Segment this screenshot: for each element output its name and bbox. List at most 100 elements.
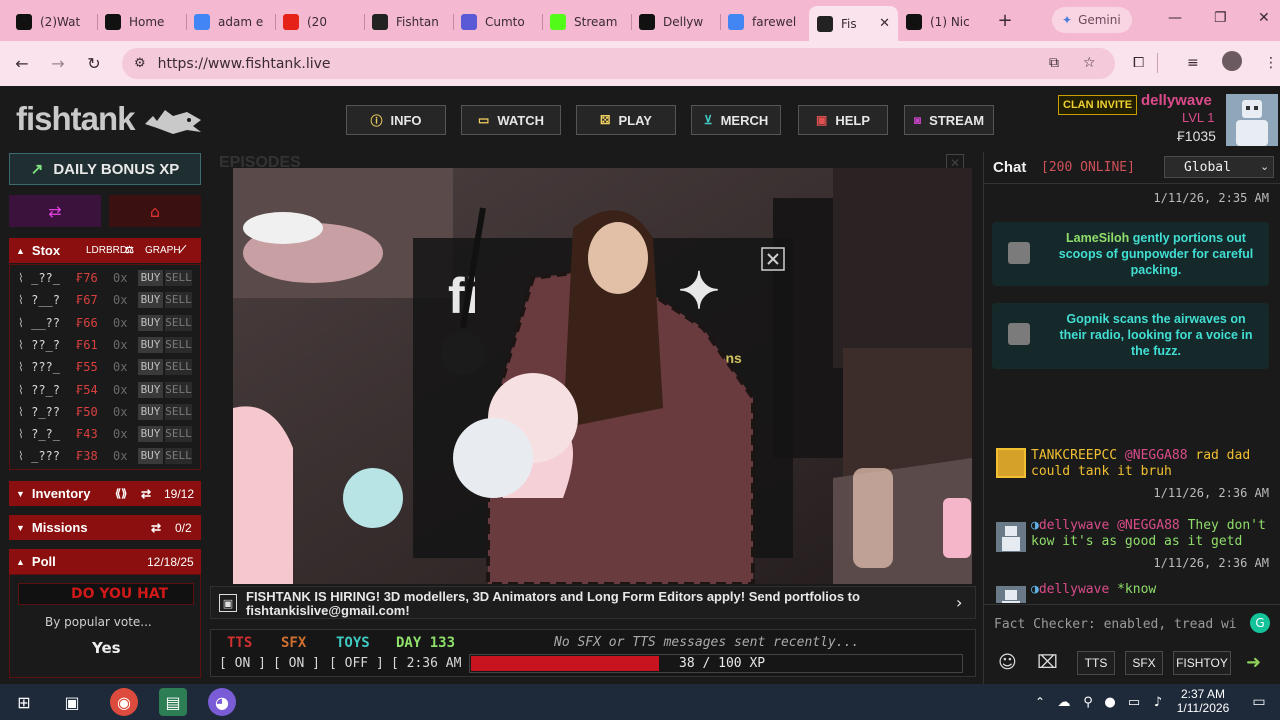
discord-icon[interactable]: ◕ [208,688,236,716]
chat-tool-fishtoy-button[interactable]: FISHTOY [1173,651,1231,675]
buy-button[interactable]: BUY [138,381,163,398]
chat-mention[interactable]: @NEGGA88 [1117,518,1180,533]
close-window-icon[interactable]: ✕ [1258,10,1270,26]
buy-button[interactable]: BUY [138,314,163,331]
chat-username[interactable]: TANKCREEPCC [1031,448,1117,463]
buy-button[interactable]: BUY [138,336,163,353]
sell-button[interactable]: SELL [165,381,192,398]
transfer-icon[interactable]: ⇄ [141,487,151,501]
profile-avatar[interactable] [1222,51,1242,71]
extensions-icon[interactable]: ⧠ [1133,55,1144,71]
robot-avatar-icon[interactable] [996,522,1026,552]
buy-button[interactable]: BUY [138,448,163,465]
close-tab-icon[interactable]: ✕ [879,16,890,31]
daily-bonus-xp-button[interactable]: ↗ DAILY BONUS XP [9,153,201,185]
chat-tool-sfx-button[interactable]: SFX [1125,651,1163,675]
chat-input[interactable]: Fact Checker: enabled, tread wi G [984,604,1280,644]
clan-invite-badge[interactable]: CLAN INVITE [1058,95,1138,115]
browser-tab[interactable]: Fis ✕ [809,6,898,41]
chevron-right-icon[interactable]: › [956,593,962,612]
nav-play-button[interactable]: ⚄ PLAY [576,105,676,135]
repeat-icon[interactable]: ⇄ [151,521,161,535]
sell-button[interactable]: SELL [165,359,192,376]
nav-watch-button[interactable]: ▭ WATCH [461,105,561,135]
menu-icon[interactable]: ⋮ [1264,55,1278,71]
site-logo[interactable]: fishtank [16,100,136,138]
emote-username[interactable]: Gopnik [1066,312,1109,326]
emote-username[interactable]: LameSiloh [1066,231,1129,245]
browser-tab[interactable]: (2)Wat [8,6,97,38]
address-bar[interactable]: ⚙ https://www.fishtank.live [122,48,1115,79]
media-icon[interactable]: ≡ [1187,55,1199,71]
minimize-icon[interactable]: — [1168,10,1182,26]
sfx-label[interactable]: SFX [281,635,306,651]
forward-icon[interactable]: → [40,54,76,73]
buy-button[interactable]: BUY [138,359,163,376]
shark-logo-icon[interactable] [143,102,203,140]
poll-header[interactable]: ▲ Poll 12/18/25 [9,549,201,574]
hiring-banner[interactable]: ▣ FISHTANK IS HIRING! 3D modellers, 3D A… [210,586,976,619]
browser-tab[interactable]: Home [97,6,186,38]
buy-button[interactable]: BUY [138,270,163,286]
browser-tab[interactable]: (1) Nic [898,6,987,38]
windows-start-icon[interactable]: ⊞ [10,688,38,716]
notification-icon[interactable]: ▭ [1245,688,1273,716]
app-icon[interactable]: ▤ [159,688,187,716]
camera-icon[interactable]: ⌧ [1037,652,1058,673]
stox-header[interactable]: ▲ Stox LDRBRD ⚖ GRAPH ⟋ [9,238,201,263]
sell-button[interactable]: SELL [165,426,192,443]
nav-info-button[interactable]: ⓘ INFO [346,105,446,135]
buy-button[interactable]: BUY [138,292,163,309]
emoji-icon[interactable]: ☺ [998,652,1017,673]
clock[interactable]: 2:37 AM 1/11/2026 [1172,687,1234,715]
browser-tab[interactable]: farewel [720,6,809,38]
twitch-button[interactable]: ⇄ [9,195,101,227]
username[interactable]: dellywave [1141,92,1212,109]
sell-button[interactable]: SELL [165,336,192,353]
shop-button[interactable]: ⌂ [109,195,201,227]
user-avatar[interactable] [996,448,1026,478]
browser-tab[interactable]: Dellyw [631,6,720,38]
toys-label[interactable]: TOYS [336,635,370,651]
robot-avatar-icon[interactable] [996,586,1026,603]
nav-merch-button[interactable]: ⊻ MERCH [691,105,781,135]
tts-label[interactable]: TTS [227,635,252,651]
browser-tab[interactable]: adam e [186,6,275,38]
chat-tool-tts-button[interactable]: TTS [1077,651,1115,675]
sell-button[interactable]: SELL [165,270,192,286]
grammarly-icon[interactable]: G [1250,613,1270,633]
chrome-icon[interactable]: ◉ [110,688,138,716]
maximize-icon[interactable]: ❐ [1214,10,1227,26]
bookmark-star-icon[interactable]: ☆ [1083,55,1096,71]
back-icon[interactable]: ← [4,54,40,73]
buy-button[interactable]: BUY [138,403,163,420]
sell-button[interactable]: SELL [165,448,192,465]
reload-icon[interactable]: ↻ [76,54,112,73]
chat-mention[interactable]: @NEGGA88 [1125,448,1188,463]
graph-link[interactable]: GRAPH [145,245,181,256]
missions-header[interactable]: ▼ Missions ⇄ 0/2 [9,515,201,540]
volume-icon[interactable]: ♪ [1144,688,1172,716]
sell-button[interactable]: SELL [165,314,192,331]
live-video-feed[interactable]: fi ✦ ions [233,168,972,584]
chat-channel-select[interactable]: Global ⌄ [1164,156,1274,178]
site-info-icon[interactable]: ⚙ [134,56,146,71]
inventory-header[interactable]: ▼ Inventory ⟪⟫ ⇄ 19/12 [9,481,201,506]
leaderboard-link[interactable]: LDRBRD [86,245,127,256]
send-icon[interactable]: ➜ [1246,652,1261,673]
sell-button[interactable]: SELL [165,403,192,420]
browser-tab[interactable]: Stream [542,6,631,38]
buy-button[interactable]: BUY [138,426,163,443]
user-avatar[interactable] [1226,94,1278,146]
refresh-icon[interactable]: ⟪⟫ [115,487,127,500]
chat-username[interactable]: dellywave [1039,582,1109,597]
chat-username[interactable]: dellywave [1039,518,1109,533]
browser-tab[interactable]: Fishtan [364,6,453,38]
sell-button[interactable]: SELL [165,292,192,309]
browser-tab[interactable]: (20 [275,6,364,38]
nav-stream-button[interactable]: ◙ STREAM [904,105,994,135]
browser-tab[interactable]: Cumto [453,6,542,38]
new-tab-button[interactable]: + [991,10,1019,31]
gemini-button[interactable]: ✦ Gemini [1052,7,1132,33]
task-view-icon[interactable]: ▣ [58,688,86,716]
